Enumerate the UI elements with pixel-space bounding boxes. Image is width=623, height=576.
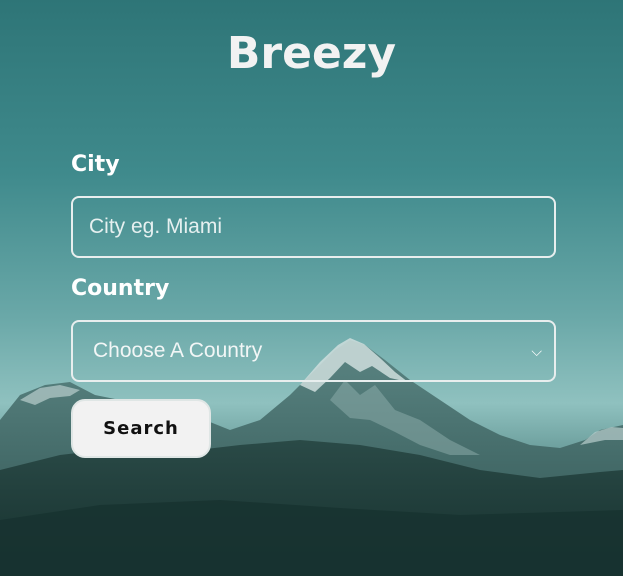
country-select-value: Choose A Country (93, 339, 263, 362)
chevron-down-icon: ⌵ (531, 342, 542, 359)
country-label: Country (71, 276, 170, 301)
search-button[interactable]: Search (71, 399, 211, 458)
city-input[interactable] (71, 196, 556, 258)
app-title: Breezy (226, 28, 397, 79)
city-label: City (71, 152, 120, 177)
country-select[interactable]: Choose A Country ⌵ (71, 320, 556, 382)
search-button-label: Search (103, 418, 179, 439)
